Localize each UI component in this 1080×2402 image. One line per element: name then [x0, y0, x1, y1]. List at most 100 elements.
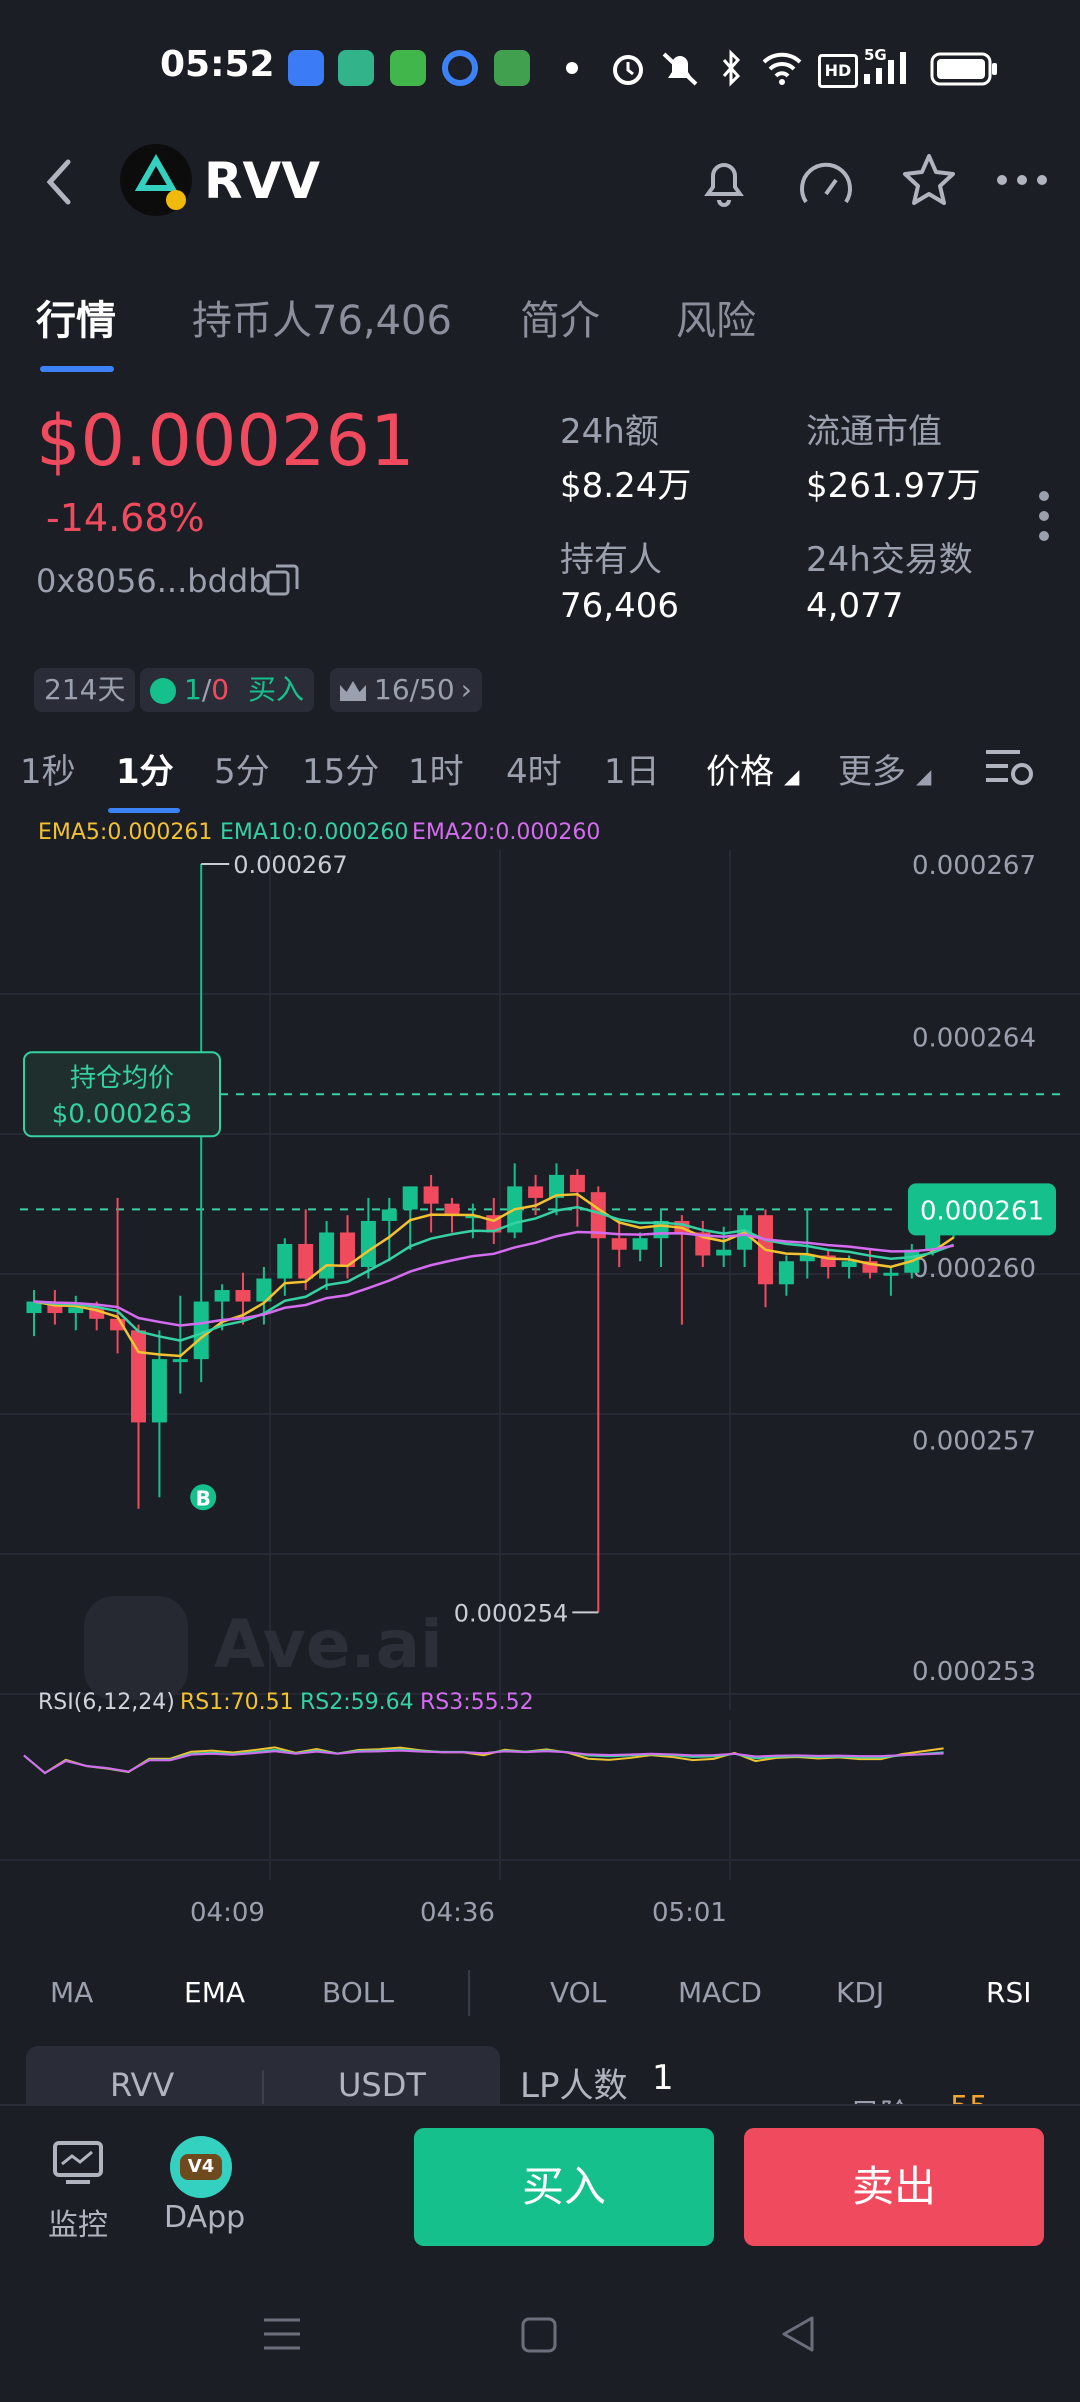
timeframe-active-indicator: [108, 808, 180, 813]
battery-icon: [930, 52, 997, 86]
ema10-legend: EMA10:0.000260: [220, 820, 409, 845]
rsi-chart: [0, 1720, 1080, 1880]
indicator-macd[interactable]: MACD: [678, 1976, 762, 2009]
high-price-label: 0.000267: [233, 851, 348, 879]
speedometer-icon[interactable]: [796, 156, 856, 212]
buy-count-label: 买入: [248, 673, 305, 706]
timeframe-1d[interactable]: 1日: [604, 744, 660, 793]
y-tick-label: 0.000260: [912, 1254, 1036, 1284]
indicator-vol[interactable]: VOL: [550, 1976, 606, 2009]
lp-label: LP人数: [520, 2066, 628, 2106]
pool-token-a[interactable]: RVV: [110, 2066, 174, 2104]
candle-body: [778, 1261, 794, 1285]
chevron-right-icon: ›: [460, 673, 472, 706]
dropdown-triangle-icon: ◢: [916, 764, 932, 788]
candle-body: [841, 1261, 857, 1267]
timeframe-1m[interactable]: 1分: [116, 744, 174, 793]
token-name: RVV: [204, 152, 320, 210]
price-mode-dropdown[interactable]: 价格 ◢: [706, 744, 799, 793]
tab-holders[interactable]: 持币人76,406: [192, 288, 452, 346]
rsi-rs3: RS3:55.52: [420, 1690, 534, 1715]
candle-body: [716, 1249, 732, 1256]
chart-settings-icon[interactable]: [982, 744, 1036, 790]
timeframe-1s[interactable]: 1秒: [20, 744, 76, 793]
signal-5g-icon: 5G: [864, 46, 906, 84]
age-chip-text: 214天: [44, 673, 126, 706]
candle-body: [883, 1272, 899, 1276]
buy-button[interactable]: 买入: [414, 2128, 714, 2246]
low-price-label: 0.000254: [454, 1599, 569, 1627]
buy-count-chip[interactable]: 1/0 买入: [140, 668, 315, 712]
monitor-icon[interactable]: [52, 2140, 104, 2186]
ave-logo-watermark: [84, 1596, 188, 1700]
price-mode-label: 价格: [706, 752, 774, 792]
rank-chip[interactable]: 16/50 ›: [330, 668, 482, 712]
tab-intro[interactable]: 简介: [520, 288, 600, 346]
tab-risk[interactable]: 风险: [676, 288, 756, 346]
copy-icon[interactable]: [264, 560, 304, 600]
dapp-icon[interactable]: V4: [170, 2136, 232, 2198]
avg-cost-label: 持仓均价: [70, 1063, 174, 1093]
app-notification-icon: [288, 50, 324, 86]
rsi-rs2: RS2:59.64: [300, 1690, 414, 1715]
home-nav-icon[interactable]: [520, 2316, 558, 2354]
more-icon[interactable]: [996, 172, 1048, 188]
bell-icon[interactable]: [696, 154, 752, 210]
top-bar: RVV: [0, 120, 1080, 240]
bluetooth-icon: [722, 49, 741, 87]
message-app-icon: [390, 50, 426, 86]
candle-body: [172, 1359, 188, 1363]
timeframe-4h[interactable]: 4时: [506, 744, 562, 793]
token-logo: [120, 144, 192, 216]
candle-body: [235, 1290, 251, 1302]
timeframe-1h[interactable]: 1时: [408, 744, 464, 793]
candle-body: [444, 1203, 460, 1216]
indicator-ema[interactable]: EMA: [184, 1976, 245, 2009]
timeframe-5m[interactable]: 5分: [214, 744, 270, 793]
candle-body: [569, 1174, 585, 1193]
indicator-kdj[interactable]: KDJ: [836, 1976, 884, 2009]
token-logo-icon: [134, 153, 186, 210]
status-bar: 05:52 HD 5G: [0, 0, 1080, 120]
pool-token-b[interactable]: USDT: [338, 2066, 426, 2104]
stat-tx-label: 24h交易数: [806, 540, 973, 580]
indicator-rsi[interactable]: RSI: [986, 1976, 1032, 2009]
dropdown-triangle-icon: ◢: [784, 764, 800, 788]
current-price-tag-text: 0.000261: [920, 1196, 1044, 1226]
monitor-label[interactable]: 监控: [48, 2200, 108, 2244]
indicator-ma[interactable]: MA: [50, 1976, 93, 2009]
more-timeframes-label: 更多: [838, 752, 906, 792]
timeframe-15m[interactable]: 15分: [302, 744, 379, 793]
indicator-divider: [468, 1970, 470, 2016]
stat-tx-value: 4,077: [806, 586, 904, 626]
candlestick-chart[interactable]: 0.000267 0.000264 0.000260 0.000257 0.000253…: [0, 850, 1080, 1710]
candle-body: [381, 1209, 397, 1221]
tab-active-indicator: [40, 366, 114, 372]
mute-icon: [662, 52, 698, 86]
more-timeframes-dropdown[interactable]: 更多 ◢: [838, 744, 931, 793]
svg-text:5G: 5G: [864, 46, 887, 64]
tab-bar: 行情 持币人76,406 简介 风险: [0, 260, 1080, 380]
sell-button[interactable]: 卖出: [744, 2128, 1044, 2246]
ema5-legend: EMA5:0.000261: [38, 820, 213, 845]
rank-chip-text: 16/50: [374, 673, 455, 706]
dot-icon: [566, 62, 578, 74]
dapp-label[interactable]: DApp: [164, 2200, 245, 2235]
crown-icon: [340, 681, 366, 701]
back-icon[interactable]: [40, 156, 80, 208]
star-icon[interactable]: [898, 150, 960, 212]
rsi-legend: RSI(6,12,24): [38, 1690, 175, 1715]
shield-app-icon: [338, 50, 374, 86]
candle-body: [360, 1220, 376, 1267]
indicator-boll[interactable]: BOLL: [322, 1976, 394, 2009]
stat-marketcap-label: 流通市值: [806, 412, 942, 452]
back-nav-icon[interactable]: [778, 2314, 818, 2354]
rsi-rs1: RS1:70.51: [180, 1690, 294, 1715]
tab-market[interactable]: 行情: [36, 288, 116, 346]
current-price: $0.000261: [36, 400, 415, 482]
candle-body: [423, 1186, 439, 1204]
y-tick-label: 0.000253: [912, 1657, 1036, 1687]
x-tick-label: 05:01: [652, 1898, 727, 1928]
menu-nav-icon[interactable]: [262, 2316, 302, 2352]
vertical-more-icon[interactable]: [1036, 490, 1052, 542]
